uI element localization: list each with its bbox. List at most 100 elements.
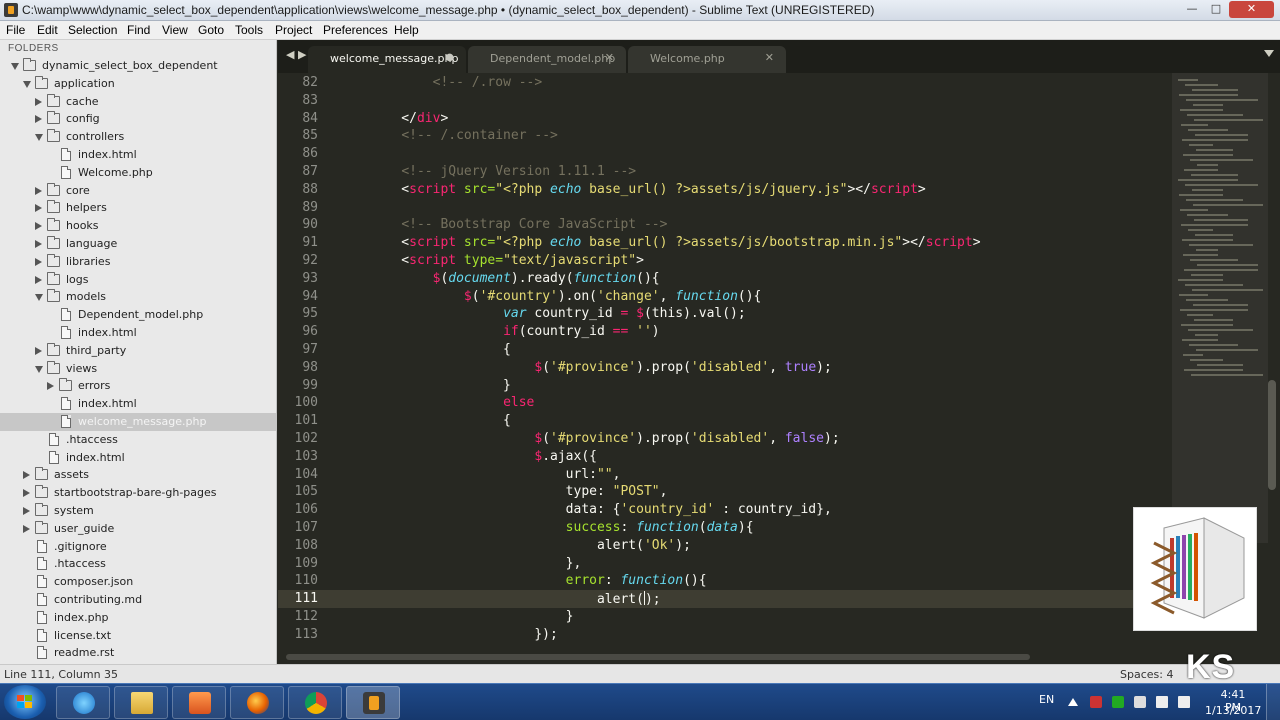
volume-icon[interactable] <box>1178 696 1190 708</box>
show-desktop-button[interactable] <box>1266 684 1280 720</box>
taskbar-file-explorer[interactable] <box>114 686 168 719</box>
taskbar-media-player[interactable] <box>172 686 226 719</box>
code-line[interactable]: 98 $('#province').prop('disabled', true)… <box>278 359 1178 377</box>
collapsed-arrow-icon[interactable] <box>35 346 42 355</box>
code-line[interactable]: 95 var country_id = $(this).val(); <box>278 305 1178 323</box>
tree-item-cache[interactable]: cache <box>0 93 276 111</box>
code-line[interactable]: 107 success: function(data){ <box>278 519 1178 537</box>
tree-item-models[interactable]: models <box>0 288 276 306</box>
tree-item-license-txt[interactable]: license.txt <box>0 627 276 645</box>
network-icon[interactable] <box>1156 696 1168 708</box>
collapsed-arrow-icon[interactable] <box>35 204 42 213</box>
menu-tools[interactable]: Tools <box>235 23 263 37</box>
minimap-viewport[interactable] <box>1172 73 1268 543</box>
code-line[interactable]: 96 if(country_id == '') <box>278 323 1178 341</box>
tree-item-helpers[interactable]: helpers <box>0 199 276 217</box>
tree-item-index-html[interactable]: index.html <box>0 449 276 467</box>
collapsed-arrow-icon[interactable] <box>35 240 42 248</box>
code-line[interactable]: 106 data: {'country_id' : country_id}, <box>278 501 1178 519</box>
collapsed-arrow-icon[interactable] <box>23 471 30 480</box>
start-button[interactable] <box>4 685 46 719</box>
tree-item-controllers[interactable]: controllers <box>0 128 276 146</box>
tree-item-index-html[interactable]: index.html <box>0 146 276 164</box>
expanded-arrow-icon[interactable] <box>35 365 43 373</box>
tree-item-assets[interactable]: assets <box>0 466 276 484</box>
tree-item-startbootstrap-bare-gh-pages[interactable]: startbootstrap-bare-gh-pages <box>0 484 276 502</box>
collapsed-arrow-icon[interactable] <box>35 186 42 195</box>
code-line[interactable]: 88 <script src="<?php echo base_url() ?>… <box>278 181 1178 199</box>
tree-item-hooks[interactable]: hooks <box>0 217 276 235</box>
code-line[interactable]: 113 }); <box>278 626 1178 644</box>
tree-item-errors[interactable]: errors <box>0 377 276 395</box>
tree-item-third-party[interactable]: third_party <box>0 342 276 360</box>
collapsed-arrow-icon[interactable] <box>23 507 30 515</box>
code-line[interactable]: 85 <!-- /.container --> <box>278 127 1178 145</box>
code-line[interactable]: 90 <!-- Bootstrap Core JavaScript --> <box>278 216 1178 234</box>
maximize-button[interactable]: □ <box>1205 1 1227 18</box>
tab-dependent-model-php[interactable]: Dependent_model.php ✕ <box>468 46 626 73</box>
close-tab-icon[interactable]: ✕ <box>605 51 614 64</box>
menu-preferences[interactable]: Preferences <box>323 23 388 37</box>
tree-item-htaccess[interactable]: .htaccess <box>0 555 276 573</box>
tree-item-welcome-message-php[interactable]: welcome_message.php <box>0 413 276 431</box>
collapsed-arrow-icon[interactable] <box>23 489 30 498</box>
tree-item-language[interactable]: language <box>0 235 276 253</box>
code-line[interactable]: 104 url:"", <box>278 466 1178 484</box>
clock-date[interactable]: 1/13/2017 <box>1205 704 1261 717</box>
tab-welcome-php[interactable]: Welcome.php ✕ <box>628 46 786 73</box>
tree-item-welcome-php[interactable]: Welcome.php <box>0 164 276 182</box>
minimize-button[interactable]: — <box>1181 1 1203 18</box>
code-line[interactable]: 109 }, <box>278 555 1178 573</box>
horizontal-scrollbar[interactable] <box>286 654 1030 660</box>
close-window-button[interactable]: ✕ <box>1229 1 1274 18</box>
collapsed-arrow-icon[interactable] <box>35 257 42 266</box>
tree-item-user-guide[interactable]: user_guide <box>0 520 276 538</box>
code-line[interactable]: 82 <!-- /.row --> <box>278 74 1178 92</box>
tray-app-icon[interactable] <box>1090 696 1102 708</box>
tree-item-composer-json[interactable]: composer.json <box>0 573 276 591</box>
expanded-arrow-icon[interactable] <box>11 63 19 70</box>
code-line[interactable]: 110 error: function(){ <box>278 572 1178 590</box>
expanded-arrow-icon[interactable] <box>35 294 43 302</box>
code-line[interactable]: 94 $('#country').on('change', function()… <box>278 288 1178 306</box>
menu-find[interactable]: Find <box>127 23 150 37</box>
action-center-icon[interactable] <box>1134 696 1146 708</box>
code-line[interactable]: 91 <script src="<?php echo base_url() ?>… <box>278 234 1178 252</box>
code-line[interactable]: 100 else <box>278 394 1178 412</box>
taskbar-chrome[interactable] <box>288 686 342 719</box>
code-line[interactable]: 108 alert('Ok'); <box>278 537 1178 555</box>
vertical-scrollbar[interactable] <box>1268 380 1276 490</box>
tree-item-config[interactable]: config <box>0 110 276 128</box>
code-line[interactable]: 103 $.ajax({ <box>278 448 1178 466</box>
code-line[interactable]: 93 $(document).ready(function(){ <box>278 270 1178 288</box>
menu-edit[interactable]: Edit <box>37 23 58 37</box>
tree-item-dependent-model-php[interactable]: Dependent_model.php <box>0 306 276 324</box>
tree-item-contributing-md[interactable]: contributing.md <box>0 591 276 609</box>
code-line[interactable]: 92 <script type="text/javascript"> <box>278 252 1178 270</box>
tree-item-core[interactable]: core <box>0 182 276 200</box>
collapsed-arrow-icon[interactable] <box>47 382 54 391</box>
expanded-arrow-icon[interactable] <box>35 134 43 142</box>
code-line[interactable]: 83 <box>278 92 1178 110</box>
tree-item-index-php[interactable]: index.php <box>0 609 276 627</box>
unsaved-dot-icon[interactable]: ● <box>445 52 454 63</box>
taskbar-firefox[interactable] <box>230 686 284 719</box>
tab-overflow-icon[interactable] <box>1264 50 1274 57</box>
menu-view[interactable]: View <box>162 23 188 37</box>
code-line[interactable]: 101 { <box>278 412 1178 430</box>
code-line[interactable]: 99 } <box>278 377 1178 395</box>
collapsed-arrow-icon[interactable] <box>35 97 42 106</box>
expanded-arrow-icon[interactable] <box>23 80 31 88</box>
tree-item-dynamic-select-box-dependent[interactable]: dynamic_select_box_dependent <box>0 57 276 75</box>
taskbar-sublime-text[interactable] <box>346 686 400 719</box>
code-line[interactable]: 89 <box>278 199 1178 217</box>
show-hidden-icons-icon[interactable] <box>1068 698 1078 706</box>
indentation-setting[interactable]: Spaces: 4 <box>1120 668 1173 681</box>
code-editor[interactable]: 82 <!-- /.row --> 83 84 </div> 85 <!-- /.co… <box>278 73 1280 664</box>
tab-welcome-message-php[interactable]: welcome_message.php ● <box>308 46 466 73</box>
code-line[interactable]: 105 type: "POST", <box>278 483 1178 501</box>
tree-item-index-html[interactable]: index.html <box>0 324 276 342</box>
menu-selection[interactable]: Selection <box>68 23 117 37</box>
taskbar-internet-explorer[interactable] <box>56 686 110 719</box>
menu-file[interactable]: File <box>6 23 25 37</box>
